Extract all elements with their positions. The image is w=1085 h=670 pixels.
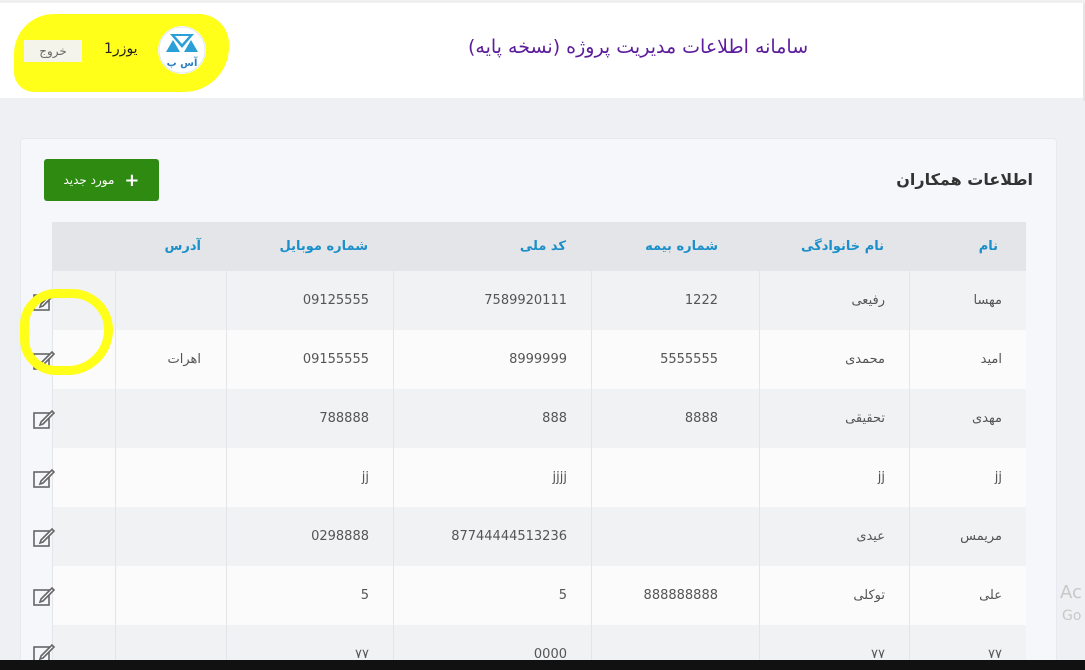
svg-text:آس پ: آس پ bbox=[167, 56, 198, 69]
cell-first-name: مهسا bbox=[973, 293, 1002, 308]
cell-mobile: 788888 bbox=[319, 411, 369, 426]
cell-last-name: تحقیقی bbox=[845, 411, 885, 426]
cell-last-name: رفیعی bbox=[851, 293, 885, 308]
cell-insurance: 5555555 bbox=[660, 352, 718, 367]
column-header-national-code[interactable]: کد ملی bbox=[520, 222, 566, 271]
column-header-insurance[interactable]: شماره بیمه bbox=[645, 222, 718, 271]
table-row: مهسا رفیعی 1222 7589920111 09125555 bbox=[52, 271, 1026, 330]
cell-insurance: 888888888 bbox=[643, 588, 718, 603]
cell-insurance: 8888 bbox=[684, 411, 718, 426]
cell-mobile: 09125555 bbox=[302, 293, 369, 308]
cell-first-name: امید bbox=[980, 352, 1002, 367]
section-title: اطلاعات همکاران bbox=[896, 170, 1033, 189]
taskbar bbox=[0, 660, 1085, 670]
app-title: سامانه اطلاعات مدیریت پروژه (نسخه پایه) bbox=[468, 36, 809, 58]
add-new-button[interactable]: + مورد جدید bbox=[44, 159, 159, 201]
column-divider bbox=[393, 271, 394, 670]
cell-last-name: عیدی bbox=[856, 529, 885, 544]
table-header: نام نام خانوادگی شماره بیمه کد ملی شماره… bbox=[52, 222, 1026, 271]
annotation-highlight bbox=[20, 289, 113, 375]
table-row: مهدی تحقیقی 8888 888 788888 bbox=[52, 389, 1026, 448]
cell-national-code: 87744444513236 bbox=[451, 529, 567, 544]
cell-address: اهرات bbox=[167, 352, 202, 367]
cell-national-code: 5 bbox=[558, 588, 567, 603]
cell-mobile: 09155555 bbox=[302, 352, 369, 367]
username-label: یوزر1 bbox=[104, 41, 138, 57]
edit-icon[interactable] bbox=[32, 408, 56, 430]
activation-watermark-sub: Go bbox=[1062, 608, 1082, 624]
edit-icon[interactable] bbox=[32, 526, 56, 548]
plus-icon: + bbox=[124, 169, 140, 191]
column-header-first-name[interactable]: نام bbox=[979, 222, 998, 271]
column-divider bbox=[759, 271, 760, 670]
table-row: مریمس عیدی 87744444513236 0298888 bbox=[52, 507, 1026, 566]
cell-last-name: توکلی bbox=[853, 588, 885, 603]
column-header-address[interactable]: آدرس bbox=[164, 222, 201, 271]
column-header-last-name[interactable]: نام خانوادگی bbox=[801, 222, 884, 271]
add-new-label: مورد جدید bbox=[63, 173, 115, 187]
table-row: jj jj jjjj jj bbox=[52, 448, 1026, 507]
app-logo: آس پ bbox=[158, 26, 206, 74]
cell-mobile: 5 bbox=[360, 588, 369, 603]
table-row: علی توکلی 888888888 5 5 bbox=[52, 566, 1026, 625]
column-divider bbox=[909, 271, 910, 670]
column-divider bbox=[115, 271, 116, 670]
cell-national-code: 7589920111 bbox=[484, 293, 567, 308]
cell-mobile: jj bbox=[361, 470, 369, 485]
cell-first-name: jj bbox=[994, 470, 1002, 485]
edit-icon[interactable] bbox=[32, 467, 56, 489]
column-divider bbox=[591, 271, 592, 670]
activation-watermark: Ac bbox=[1060, 582, 1082, 603]
cell-national-code: jjjj bbox=[552, 470, 567, 485]
cell-insurance: 1222 bbox=[684, 293, 718, 308]
cell-mobile: 0298888 bbox=[311, 529, 369, 544]
cell-last-name: jj bbox=[877, 470, 885, 485]
cell-last-name: محمدی bbox=[845, 352, 885, 367]
cell-first-name: مهدی bbox=[972, 411, 1002, 426]
cell-first-name: مریمس bbox=[960, 529, 1002, 544]
cell-first-name: علی bbox=[979, 588, 1002, 603]
logout-button[interactable]: خروج bbox=[24, 40, 82, 62]
column-divider bbox=[226, 271, 227, 670]
table-row: امید محمدی 5555555 8999999 09155555 اهرا… bbox=[52, 330, 1026, 389]
logo-icon: آس پ bbox=[158, 26, 206, 74]
column-header-mobile[interactable]: شماره موبایل bbox=[279, 222, 368, 271]
cell-national-code: 8999999 bbox=[509, 352, 567, 367]
edit-icon[interactable] bbox=[32, 585, 56, 607]
cell-national-code: 888 bbox=[542, 411, 567, 426]
